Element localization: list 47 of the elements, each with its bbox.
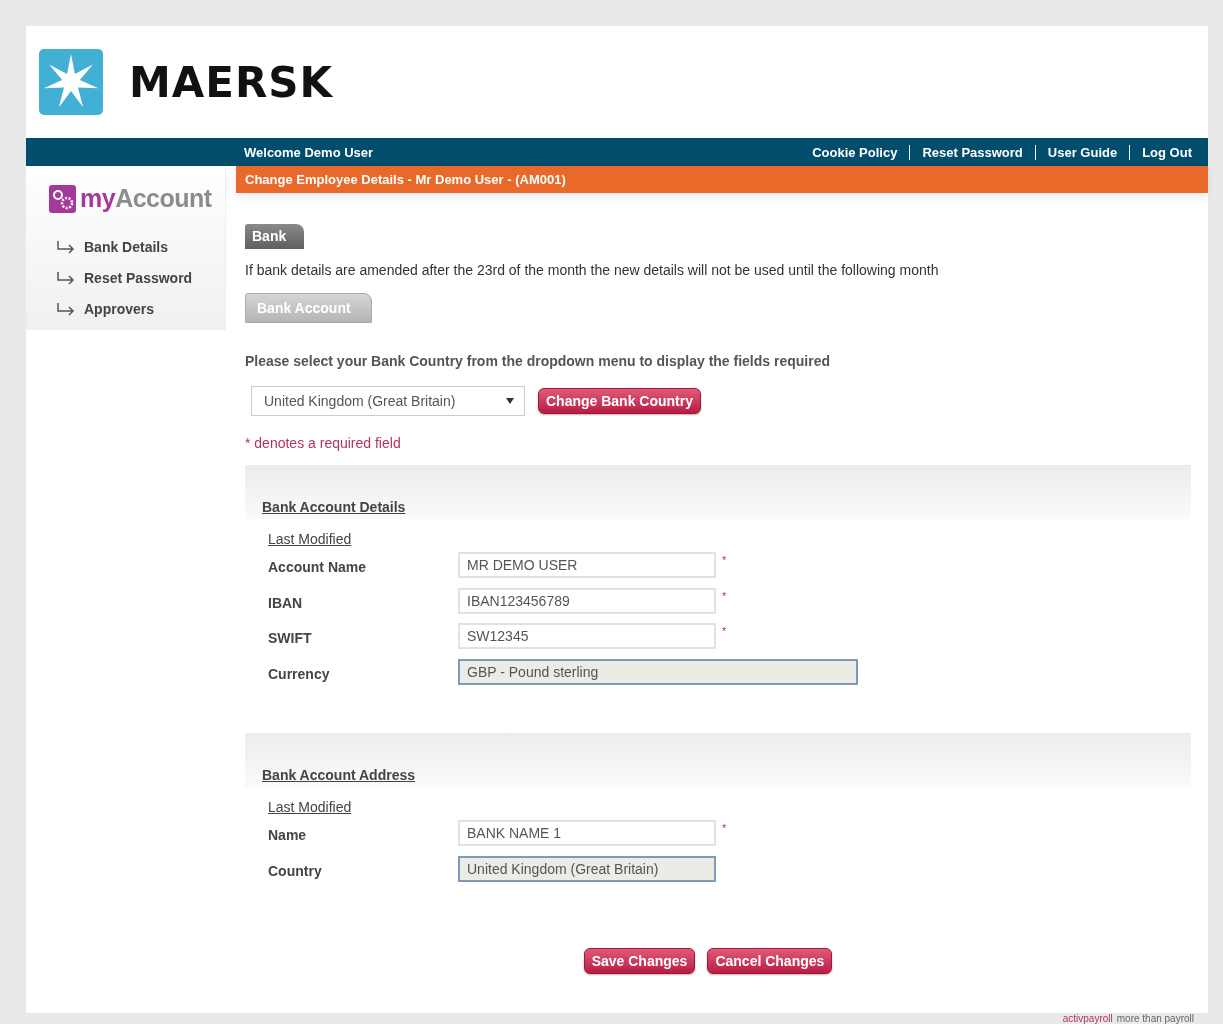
required-asterisk: * [721,625,728,637]
sidebar-link[interactable]: Reset Password [26,262,225,293]
bank-tab[interactable]: Bank [245,224,305,249]
field-label: SWIFT [268,630,313,646]
text-field[interactable]: BANK NAME 1 [458,820,716,846]
sidebar-link[interactable]: Approvers [26,293,225,324]
text-field[interactable]: GBP - Pound sterling [458,658,858,685]
text-field[interactable]: United Kingdom (Great Britain) [458,855,716,882]
section-title: Bank Account Details [262,499,406,515]
save-button[interactable]: Save Changes [583,948,696,974]
welcome-text: Welcome Demo User [244,144,374,160]
field-label: IBAN [268,594,304,611]
text-field[interactable]: SW12345 [458,623,716,649]
instruction-text: Please select your Bank Country from the dropdown menu to display the fields required [245,353,830,369]
star-logo-icon [39,49,103,115]
field-label: Account Name [268,559,368,575]
required-asterisk: * [721,554,728,566]
notice-text: If bank details are amended after the 23rd of the month the new details will not be used until the following month [245,262,939,278]
last-modified-link[interactable]: Last Modified [268,799,1191,815]
field-label: Currency [268,665,331,682]
sidebar-link[interactable]: Bank Details [26,231,225,262]
field-label: Name [268,827,308,843]
footer-brand[interactable]: activpayroll [1062,1013,1113,1024]
country-dropdown[interactable]: United Kingdom (Great Britain) [251,386,525,416]
return-arrow-icon [56,301,76,316]
header-link[interactable]: Reset Password [909,144,1035,160]
last-modified-link[interactable]: Last Modified [268,531,1191,547]
required-note: * denotes a required field [245,435,401,451]
change-country-button[interactable]: Change Bank Country [538,388,701,414]
myaccount-brand: myAccount [80,184,212,213]
dropdown-arrow-icon [506,398,514,404]
cancel-button[interactable]: Cancel Changes [707,948,833,974]
section-title: Bank Account Address [262,767,415,783]
header-link[interactable]: Cookie Policy [800,144,910,160]
text-field[interactable]: IBAN123456789 [458,587,716,614]
header-link[interactable]: User Guide [1034,144,1130,160]
maersk-wordmark: MAERSK [129,57,334,107]
return-arrow-icon [56,239,76,254]
required-asterisk: * [721,589,728,602]
header-link[interactable]: Log Out [1129,144,1192,160]
account-gear-icon [49,184,76,213]
text-field[interactable]: MR DEMO USER [458,552,716,578]
page-title: Change Employee Details - Mr Demo User - (AM001) [245,172,566,187]
footer-tagline: more than payroll [1116,1013,1194,1024]
field-label: Country [268,862,323,879]
return-arrow-icon [56,270,76,285]
required-asterisk: * [721,822,728,834]
